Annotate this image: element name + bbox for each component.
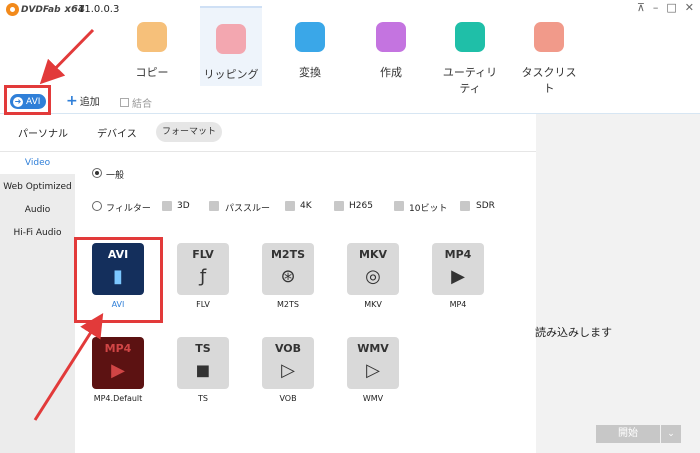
format-card-mp4-default[interactable]: MP4 ▶ MP4.Default [78,333,158,413]
format-glyph: ⊛ [280,266,296,287]
tool-converter[interactable]: 変換 [279,6,341,86]
utility-icon [455,22,485,52]
check-label: SDR [476,201,495,211]
camera-icon: TS ◼ [177,337,229,389]
format-glyph: ▶ [111,360,125,381]
copy-disc-icon [137,22,167,52]
checkbox-sdr[interactable] [460,201,470,211]
format-name: M2TS [277,300,299,309]
format-card-m2ts[interactable]: M2TS ⊛ M2TS [248,239,328,319]
nav-item-audio[interactable]: Audio [0,199,75,221]
format-glyph: ▷ [281,360,295,381]
tool-copy[interactable]: コピー [121,6,183,86]
format-card-flv[interactable]: FLV ƒ FLV [163,239,243,319]
ripper-disc-icon [216,24,246,54]
format-glyph: ƒ [199,266,207,287]
format-name: MKV [364,300,382,309]
format-card-mkv[interactable]: MKV ◎ MKV [333,239,413,319]
add-label: 追加 [79,97,100,108]
checkbox-3d[interactable] [162,201,172,211]
radio-general[interactable] [92,168,102,178]
check-label: 3D [177,201,190,211]
format-abbr: TS [195,342,211,355]
tab-personal[interactable]: パーソナル [18,125,68,140]
check-label: 10ビット [409,204,448,214]
format-name: MP4.Default [93,394,143,403]
tool-utility[interactable]: ユーティリティ [439,6,501,95]
merge-label: 結合 [132,99,152,110]
format-glyph: ◼ [195,360,211,381]
format-glyph: ▶ [451,266,465,287]
general-label: 一般 [106,171,125,181]
format-glyph: ◎ [365,266,381,287]
start-dropdown-button[interactable]: ⌄ [661,425,681,443]
task-area-message: 読み込みします [535,326,612,339]
annotation-box-profile [4,85,51,115]
tool-label: 作成 [380,66,402,79]
tool-ripper[interactable]: リッピング [200,6,262,86]
format-abbr: WMV [357,342,389,355]
format-card-ts[interactable]: TS ◼ TS [163,333,243,413]
format-name: TS [198,394,208,403]
play-circle-icon: VOB ▷ [262,337,314,389]
play-circle-icon: WMV ▷ [347,337,399,389]
tab-device[interactable]: デバイス [97,125,137,140]
filter-label: フィルター [106,204,151,214]
format-abbr: MP4 [444,248,472,261]
annotation-box-avi-card [74,237,163,323]
format-abbr: VOB [274,342,302,355]
check-label: H265 [349,201,373,211]
format-glyph: ▷ [366,360,380,381]
check-label: パススルー [225,204,271,214]
plus-icon: + [66,92,78,109]
format-card-vob[interactable]: VOB ▷ VOB [248,333,328,413]
format-abbr: M2TS [270,248,306,261]
task-subbar: ➜ AVI + 追加 結合 [0,88,700,114]
category-nav: Video Web Optimized Audio Hi-Fi Audio [0,152,75,453]
converter-film-icon [295,22,325,52]
checkbox-4k[interactable] [285,201,295,211]
tool-label: リッピング [203,68,259,81]
tool-label: コピー [135,66,169,79]
tasklist-icon [534,22,564,52]
radio-filter[interactable] [92,201,102,211]
play-clapper-icon: MP4 ▶ [432,243,484,295]
tool-creator[interactable]: 作成 [360,6,422,86]
format-name: FLV [196,300,210,309]
format-name: MP4 [449,300,467,309]
format-card-wmv[interactable]: WMV ▷ WMV [333,333,413,413]
nav-item-web-optimized[interactable]: Web Optimized [0,176,75,198]
flash-icon: FLV ƒ [177,243,229,295]
format-abbr: MKV [359,248,387,261]
merge-icon [120,98,129,107]
matroska-icon: MKV ◎ [347,243,399,295]
format-name: WMV [362,394,384,403]
tool-label: 変換 [299,66,321,79]
profile-tabs: パーソナル デバイス フォーマット [0,114,536,152]
format-card-mp4[interactable]: MP4 ▶ MP4 [418,239,498,319]
tab-format[interactable]: フォーマット [156,122,222,142]
play-clapper-icon: MP4 ▶ [92,337,144,389]
checkbox-10bit[interactable] [394,201,404,211]
merge-button[interactable]: 結合 [120,95,152,110]
task-area [536,114,700,453]
nav-item-hifi-audio[interactable]: Hi-Fi Audio [0,222,75,244]
checkbox-h265[interactable] [334,201,344,211]
add-button[interactable]: + 追加 [66,92,100,109]
format-abbr: MP4 [104,342,132,355]
format-abbr: FLV [192,248,214,261]
nav-item-video[interactable]: Video [0,152,75,174]
start-button[interactable]: 開始 [596,425,660,443]
tool-tasklist[interactable]: タスクリスト [518,6,580,95]
film-reel-icon: M2TS ⊛ [262,243,314,295]
format-name: VOB [279,394,297,403]
creator-icon [376,22,406,52]
checkbox-passthrough[interactable] [209,201,219,211]
check-label: 4K [300,201,312,211]
module-toolbar: コピー リッピング 変換 作成 ユーティリティ タスクリスト [0,0,700,95]
